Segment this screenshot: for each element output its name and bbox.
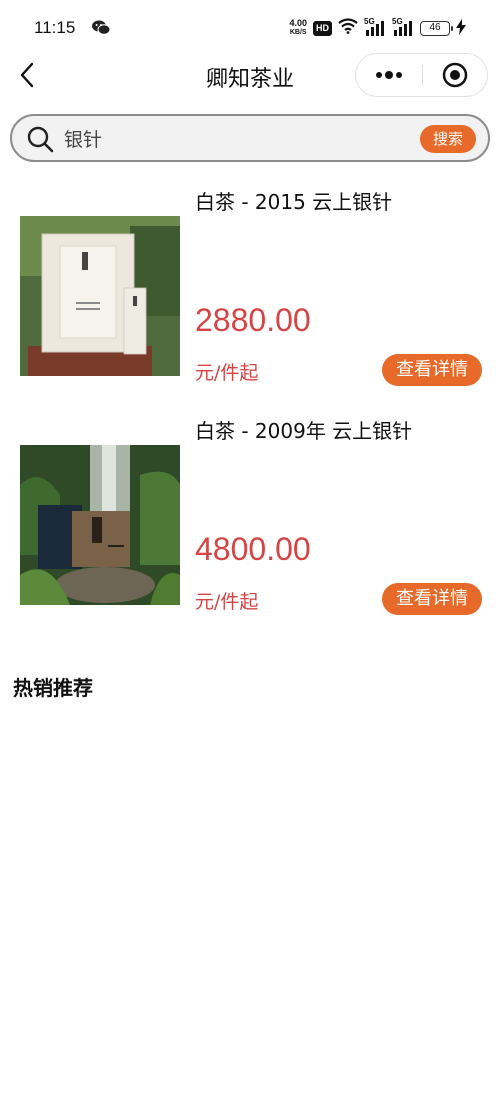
view-details-button[interactable]: 查看详情 (382, 583, 482, 615)
mini-program-capsule (355, 53, 488, 97)
target-close-icon (442, 62, 468, 88)
wifi-icon (338, 18, 358, 38)
more-dots-icon (376, 71, 402, 79)
product-unit: 元/件起 (195, 591, 259, 613)
product-price: 4800.00 (195, 531, 311, 567)
product-card[interactable]: 白茶 - 2009年 云上银针 4800.00 元/件起 查看详情 (0, 411, 500, 623)
status-time: 11:15 (34, 18, 76, 37)
hd-badge: HD (313, 20, 332, 36)
search-bar: 搜索 (10, 114, 490, 162)
status-indicators: 4.00 KB/S HD 5G 5G 46 (289, 17, 466, 39)
product-price: 2880.00 (195, 302, 311, 338)
more-button[interactable] (356, 54, 422, 96)
close-miniprogram-button[interactable] (423, 54, 487, 96)
net-speed: 4.00 KB/S (289, 19, 307, 37)
product-image[interactable] (20, 216, 180, 376)
search-input[interactable] (64, 124, 404, 152)
wechat-icon (92, 20, 111, 35)
net-speed-value: 4.00 (289, 18, 307, 28)
search-button[interactable]: 搜索 (420, 125, 476, 153)
search-icon (26, 125, 54, 153)
hot-recommend-title: 热销推荐 (13, 676, 93, 700)
charging-icon (456, 18, 466, 38)
product-title[interactable]: 白茶 - 2009年 云上银针 (195, 415, 412, 444)
nav-bar: 卿知茶业 (0, 50, 500, 100)
signal-icon: 5G (392, 17, 414, 37)
battery-icon: 46 (420, 20, 453, 36)
product-image[interactable] (20, 445, 180, 605)
view-details-button[interactable]: 查看详情 (382, 354, 482, 386)
net-speed-unit: KB/S (289, 29, 307, 36)
product-unit: 元/件起 (195, 362, 259, 384)
signal-icon: 5G (364, 17, 386, 37)
product-title[interactable]: 白茶 - 2015 云上银针 (195, 186, 392, 215)
product-card[interactable]: 白茶 - 2015 云上银针 2880.00 元/件起 查看详情 (0, 182, 500, 394)
status-bar: 11:15 4.00 KB/S HD 5G 5G 46 (0, 0, 500, 52)
